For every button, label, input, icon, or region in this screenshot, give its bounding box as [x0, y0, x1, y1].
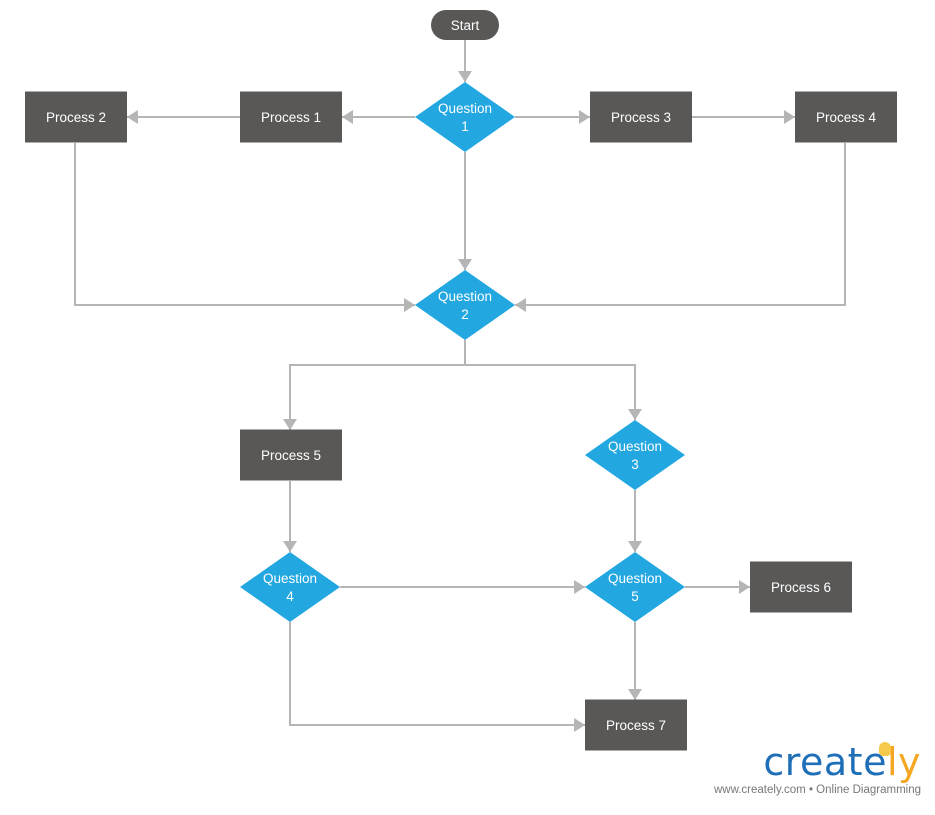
connector-q1-to-q2[interactable]: [458, 152, 472, 270]
arrowhead-icon: [574, 718, 585, 732]
decision-q5[interactable]: Question 5: [585, 552, 685, 622]
arrowhead-icon: [628, 541, 642, 552]
node-label: 4: [286, 589, 294, 604]
arrowhead-icon: [574, 580, 585, 594]
node-shape: [240, 552, 340, 622]
node-shape: [585, 552, 685, 622]
node-label: Process 7: [606, 718, 666, 733]
process-p5[interactable]: Process 5: [240, 429, 342, 481]
connector-line: [289, 622, 585, 726]
node-label: Process 2: [46, 110, 106, 125]
arrowhead-icon: [515, 298, 526, 312]
node-label: Process 3: [611, 110, 671, 125]
connector-q2-to-p5[interactable]: [283, 340, 466, 430]
decision-q1[interactable]: Question 1: [415, 82, 515, 152]
connector-line: [465, 364, 636, 420]
lightbulb-icon: [879, 742, 891, 756]
arrowhead-icon: [739, 580, 750, 594]
arrowhead-icon: [458, 71, 472, 82]
connector-line: [74, 143, 415, 306]
decision-q2[interactable]: Question 2: [415, 270, 515, 340]
connector-q1-to-p3[interactable]: [515, 110, 590, 124]
creately-logo: creately www.creately.com • Online Diagr…: [714, 742, 921, 796]
connector-p3-to-p4[interactable]: [692, 110, 795, 124]
process-p1[interactable]: Process 1: [240, 91, 342, 143]
node-label: 2: [461, 307, 469, 322]
connector-line: [515, 143, 846, 306]
connector-q1-to-p1[interactable]: [342, 110, 415, 124]
node-label: Process 4: [816, 110, 877, 125]
arrowhead-icon: [342, 110, 353, 124]
terminal-start[interactable]: Start: [431, 10, 499, 40]
node-label: 1: [461, 119, 469, 134]
node-label: Question: [438, 101, 492, 116]
arrowhead-icon: [784, 110, 795, 124]
connector-q3-to-q5[interactable]: [628, 490, 642, 552]
arrowhead-icon: [283, 541, 297, 552]
node-label: Start: [451, 18, 480, 33]
node-shape: [415, 270, 515, 340]
decision-q4[interactable]: Question 4: [240, 552, 340, 622]
node-label: Question: [438, 289, 492, 304]
node-label: Question: [608, 439, 662, 454]
connector-line: [289, 340, 466, 430]
process-p2[interactable]: Process 2: [25, 91, 127, 143]
node-label: Process 6: [771, 580, 831, 595]
node-shape: [585, 420, 685, 490]
connector-q5-to-p7[interactable]: [628, 622, 642, 700]
node-label: 3: [631, 457, 639, 472]
node-label: 5: [631, 589, 639, 604]
connector-p4-to-q2[interactable]: [515, 143, 846, 312]
process-p3[interactable]: Process 3: [590, 91, 692, 143]
node-label: Process 5: [261, 448, 321, 463]
arrowhead-icon: [628, 689, 642, 700]
node-label: Question: [608, 571, 662, 586]
node-label: Question: [263, 571, 317, 586]
arrowhead-icon: [458, 259, 472, 270]
node-label: Process 1: [261, 110, 321, 125]
connector-p1-to-p2[interactable]: [127, 110, 240, 124]
connector-p2-to-q2[interactable]: [74, 143, 415, 312]
process-p7[interactable]: Process 7: [585, 699, 687, 751]
decision-q3[interactable]: Question 3: [585, 420, 685, 490]
connector-q2-to-q3[interactable]: [465, 364, 642, 420]
logo-accent: ly: [886, 740, 921, 784]
arrowhead-icon: [628, 409, 642, 420]
process-p4[interactable]: Process 4: [795, 91, 897, 143]
arrowhead-icon: [579, 110, 590, 124]
node-shape: [415, 82, 515, 152]
arrowhead-icon: [283, 419, 297, 430]
connector-q4-to-q5[interactable]: [340, 580, 585, 594]
connector-start-to-q1[interactable]: [458, 40, 472, 82]
logo-main: create: [763, 740, 887, 784]
connector-q4-to-p7[interactable]: [289, 622, 585, 732]
logo-tagline: www.creately.com • Online Diagramming: [713, 784, 921, 796]
process-p6[interactable]: Process 6: [750, 561, 852, 613]
connector-p5-to-q4[interactable]: [283, 481, 297, 552]
connector-q5-to-p6[interactable]: [685, 580, 750, 594]
arrowhead-icon: [127, 110, 138, 124]
flowchart: Start Question 1 Process 1 Process 2 Process …: [25, 10, 897, 751]
arrowhead-icon: [404, 298, 415, 312]
